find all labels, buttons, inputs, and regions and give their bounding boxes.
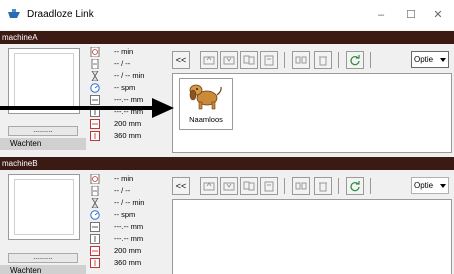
- hourglass-icon: [91, 71, 99, 81]
- machine-panel: .......... Wachten -- min -- / -- -- / -…: [0, 44, 454, 153]
- copy-icon[interactable]: [240, 177, 258, 195]
- toolbar-separator: [338, 178, 339, 194]
- dog-design-icon: [189, 84, 222, 110]
- window-titlebar: Draadloze Link – ☐ ✕: [0, 0, 454, 30]
- toolbar-separator: [370, 178, 371, 194]
- delete-icon[interactable]: [314, 177, 332, 195]
- hourglass-icon: [91, 198, 99, 208]
- chevron-down-icon: [440, 184, 446, 188]
- toolbar-separator: [284, 178, 285, 194]
- stat-value: -- min: [114, 47, 134, 56]
- stat-row: -- min: [90, 46, 170, 58]
- stat-row: -- min: [90, 173, 170, 185]
- stat-row: -- spm: [90, 209, 170, 221]
- stat-value: 200 mm: [114, 119, 142, 128]
- stat-row: 360 mm: [90, 130, 170, 142]
- receive-icon[interactable]: [220, 51, 238, 69]
- app-icon: [8, 9, 20, 18]
- refresh-icon[interactable]: [346, 177, 364, 195]
- machine-action-button[interactable]: ..........: [8, 253, 78, 263]
- maximize-button[interactable]: ☐: [397, 4, 425, 26]
- width-icon: [90, 222, 100, 232]
- width-icon: [90, 95, 100, 105]
- stat-value: 360 mm: [114, 258, 142, 267]
- option-dropdown[interactable]: Optie: [411, 51, 449, 68]
- stat-value: 200 mm: [114, 246, 142, 255]
- stat-value: -- / --: [114, 59, 131, 68]
- merge-icon[interactable]: [292, 51, 310, 69]
- toolbar-separator: [338, 52, 339, 68]
- machine-header: machineA: [0, 31, 454, 44]
- back-button[interactable]: <<: [172, 51, 190, 69]
- counter-icon: [91, 186, 99, 196]
- design-preview: [8, 174, 80, 240]
- stat-row: -- / -- min: [90, 197, 170, 209]
- stat-value: -- spm: [114, 83, 136, 92]
- clock-icon: [90, 47, 100, 57]
- paste-icon[interactable]: [260, 177, 278, 195]
- hoop-height-icon: [90, 131, 100, 141]
- machine-panel: .......... Wachten -- min -- / -- -- / -…: [0, 170, 454, 274]
- chevron-down-icon: [440, 58, 446, 62]
- item-label: Naamloos: [189, 115, 223, 124]
- close-button[interactable]: ✕: [424, 4, 452, 26]
- refresh-icon[interactable]: [346, 51, 364, 69]
- design-preview: [8, 48, 80, 114]
- stat-value: ---.-- mm: [114, 95, 144, 104]
- stat-row: 360 mm: [90, 257, 170, 269]
- merge-icon[interactable]: [292, 177, 310, 195]
- copy-icon[interactable]: [240, 51, 258, 69]
- clock-icon: [90, 174, 100, 184]
- stat-value: ---.-- mm: [114, 234, 144, 243]
- machine-toolbar: << Optie: [172, 177, 454, 197]
- design-list[interactable]: [172, 199, 452, 274]
- stat-row: ---.-- mm: [90, 221, 170, 233]
- hoop-height-icon: [90, 258, 100, 268]
- stat-value: -- / --: [114, 186, 131, 195]
- receive-icon[interactable]: [220, 177, 238, 195]
- delete-icon[interactable]: [314, 51, 332, 69]
- drag-arrow-shaft: [0, 106, 168, 110]
- stat-value: -- / -- min: [114, 71, 145, 80]
- list-item[interactable]: Naamloos: [179, 78, 233, 130]
- back-button[interactable]: <<: [172, 177, 190, 195]
- machine-header: machineB: [0, 157, 454, 170]
- machine-action-button[interactable]: ..........: [8, 126, 78, 136]
- stat-row: 200 mm: [90, 245, 170, 257]
- stat-value: ---.-- mm: [114, 222, 144, 231]
- speed-icon: [90, 83, 100, 93]
- status-label: Wachten: [0, 265, 86, 274]
- option-dropdown[interactable]: Optie: [411, 177, 449, 194]
- stat-row: -- spm: [90, 82, 170, 94]
- toolbar-separator: [370, 52, 371, 68]
- send-icon[interactable]: [200, 177, 218, 195]
- stat-row: -- / --: [90, 185, 170, 197]
- minimize-button[interactable]: –: [367, 4, 395, 26]
- status-label: Wachten: [0, 138, 86, 150]
- send-icon[interactable]: [200, 51, 218, 69]
- paste-icon[interactable]: [260, 51, 278, 69]
- stat-value: -- spm: [114, 210, 136, 219]
- hoop-width-icon: [90, 246, 100, 256]
- stat-value: 360 mm: [114, 131, 142, 140]
- stat-value: -- min: [114, 174, 134, 183]
- window-title: Draadloze Link: [27, 9, 94, 20]
- design-list[interactable]: Naamloos: [172, 73, 452, 153]
- counter-icon: [91, 59, 99, 69]
- stat-row: 200 mm: [90, 118, 170, 130]
- stat-row: -- / --: [90, 58, 170, 70]
- hoop-width-icon: [90, 119, 100, 129]
- drag-arrow-head-icon: [152, 98, 174, 118]
- height-icon: [90, 234, 100, 244]
- stat-row: -- / -- min: [90, 70, 170, 82]
- speed-icon: [90, 210, 100, 220]
- machine-toolbar: << Optie: [172, 51, 454, 71]
- stat-value: -- / -- min: [114, 198, 145, 207]
- stat-row: ---.-- mm: [90, 233, 170, 245]
- toolbar-separator: [284, 52, 285, 68]
